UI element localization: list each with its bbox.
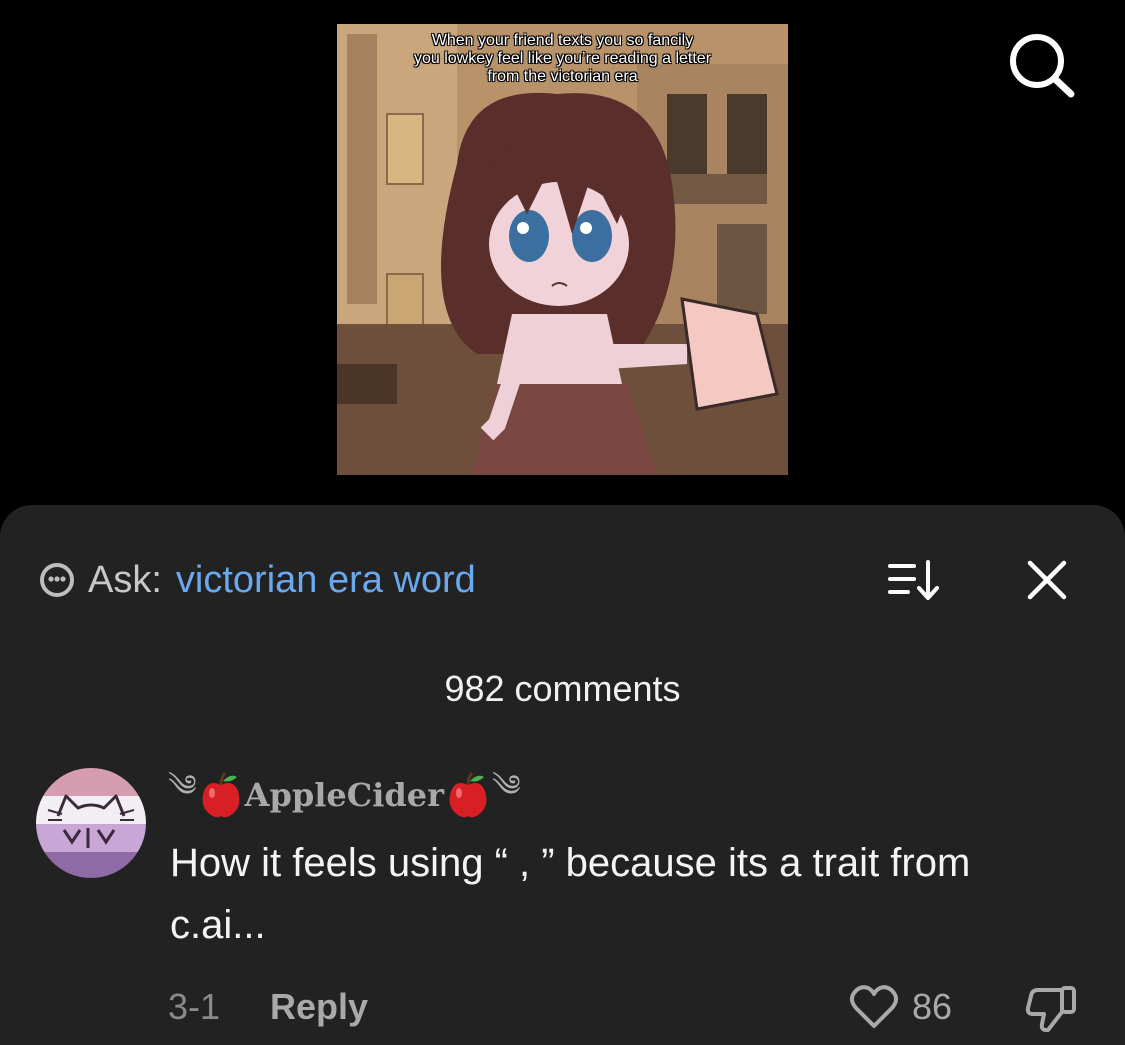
sort-button[interactable]: [886, 557, 942, 603]
comment-username[interactable]: ༄ AppleCider ༄: [168, 769, 521, 820]
ask-query-link[interactable]: victorian era word: [176, 559, 476, 602]
caption-line: you lowkey feel like you’re reading a le…: [413, 50, 712, 67]
ask-label: Ask:: [88, 558, 162, 601]
heart-icon: [849, 985, 899, 1028]
video-caption: When your friend texts you so fancily yo…: [337, 32, 788, 86]
like-count: 86: [912, 986, 953, 1027]
caption-line: from the victorian era: [487, 68, 638, 85]
search-icon: [1010, 34, 1075, 98]
comment-date: 3-1: [168, 986, 221, 1027]
video-thumbnail[interactable]: When your friend texts you so fancily yo…: [337, 24, 788, 475]
avatar-image: [36, 768, 146, 878]
thumbs-down-icon: [1025, 986, 1076, 1032]
thumbnail-illustration: [337, 24, 788, 475]
comment-text: How it feels using “ , ” because its a t…: [170, 841, 971, 947]
comment-count: 982 comments: [444, 668, 681, 709]
username-decoration-left: ༄: [168, 769, 197, 804]
apple-emoji-icon: [202, 771, 240, 818]
search-button[interactable]: [1004, 30, 1078, 100]
video-area[interactable]: When your friend texts you so fancily yo…: [0, 0, 1125, 510]
comment-meta: 3-1 Reply: [168, 982, 368, 1032]
apple-emoji-icon: [449, 771, 487, 818]
sort-icon: [888, 560, 939, 600]
username-text: AppleCider: [244, 776, 444, 814]
dislike-button[interactable]: [1024, 982, 1080, 1034]
ask-search-row[interactable]: Ask: victorian era word: [38, 555, 476, 605]
username-decoration-right: ༄: [491, 769, 521, 804]
caption-line: When your friend texts you so fancily: [431, 32, 694, 49]
reply-button[interactable]: Reply: [270, 986, 368, 1028]
like-button[interactable]: 86: [848, 982, 952, 1032]
close-button[interactable]: [1024, 557, 1070, 603]
ai-chat-icon: [40, 563, 74, 597]
avatar[interactable]: [36, 768, 146, 878]
close-icon: [1027, 560, 1067, 600]
